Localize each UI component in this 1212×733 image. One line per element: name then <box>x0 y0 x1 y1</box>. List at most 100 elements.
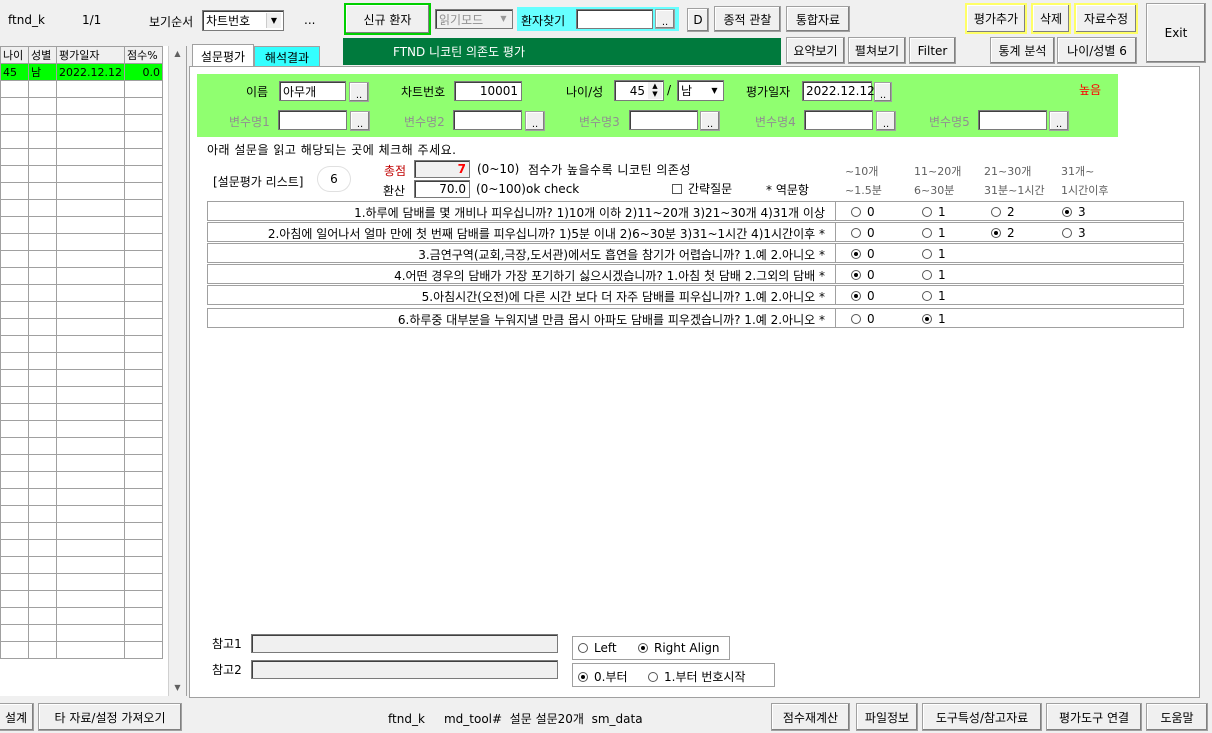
radio-icon[interactable] <box>578 643 588 653</box>
answer-radio[interactable]: 0 <box>851 268 875 282</box>
followup-button[interactable]: 종적 관찰 <box>714 6 781 32</box>
answer-radio[interactable]: 1 <box>922 268 946 282</box>
table-row-empty[interactable] <box>0 199 163 217</box>
import-button[interactable]: 타 자료/설정 가져오기 <box>38 703 182 731</box>
start-0-radio[interactable]: 0.부터 <box>578 668 628 685</box>
date-picker-button[interactable]: .. <box>874 82 892 102</box>
radio-selected-icon[interactable] <box>1062 207 1072 217</box>
table-row-empty[interactable] <box>0 420 163 438</box>
var3-button[interactable]: .. <box>700 111 720 131</box>
table-row-empty[interactable] <box>0 148 163 166</box>
table-row-empty[interactable] <box>0 369 163 387</box>
table-row-empty[interactable] <box>0 641 163 659</box>
summary-button[interactable]: 요약보기 <box>786 37 845 64</box>
more-dots[interactable]: ... <box>304 13 315 27</box>
table-row[interactable]: 45 남 2022.12.12 0.0 <box>0 63 163 81</box>
name-lookup-button[interactable]: .. <box>349 82 369 102</box>
sort-select[interactable]: 차트번호 ▼ <box>202 10 284 31</box>
ref1-input[interactable] <box>251 634 558 653</box>
radio-selected-icon[interactable] <box>922 314 932 324</box>
table-row-empty[interactable] <box>0 590 163 608</box>
table-row-empty[interactable] <box>0 114 163 132</box>
table-row-empty[interactable] <box>0 539 163 557</box>
var4-button[interactable]: .. <box>876 111 896 131</box>
scroll-up-icon[interactable]: ▲ <box>169 46 186 62</box>
align-left-radio[interactable]: Left <box>578 641 617 655</box>
exit-button[interactable]: Exit <box>1146 3 1206 63</box>
var1-button[interactable]: .. <box>350 111 370 131</box>
table-row-empty[interactable] <box>0 437 163 455</box>
table-row-empty[interactable] <box>0 267 163 285</box>
answer-radio[interactable]: 1 <box>922 289 946 303</box>
var2-button[interactable]: .. <box>525 111 545 131</box>
radio-selected-icon[interactable] <box>851 291 861 301</box>
spin-icon[interactable]: ▲ ▼ <box>648 82 662 99</box>
table-row-empty[interactable] <box>0 505 163 523</box>
new-patient-button[interactable]: 신규 환자 <box>344 3 431 35</box>
table-row-empty[interactable] <box>0 522 163 540</box>
table-row-empty[interactable] <box>0 318 163 336</box>
answer-radio[interactable]: 1 <box>922 205 946 219</box>
design-button[interactable]: 설계 <box>0 703 34 731</box>
table-row-empty[interactable] <box>0 556 163 574</box>
expand-button[interactable]: 펼쳐보기 <box>848 37 906 64</box>
find-patient-input[interactable] <box>576 9 653 29</box>
tab-interpretation[interactable]: 해석결과 <box>254 46 320 67</box>
answer-radio[interactable]: 0 <box>851 312 875 326</box>
radio-icon[interactable] <box>922 228 932 238</box>
table-row-empty[interactable] <box>0 131 163 149</box>
table-row-empty[interactable] <box>0 335 163 353</box>
answer-radio[interactable]: 0 <box>851 289 875 303</box>
table-row-empty[interactable] <box>0 165 163 183</box>
edit-data-button[interactable]: 자료수정 <box>1074 3 1138 34</box>
table-row-empty[interactable] <box>0 488 163 506</box>
var5-input[interactable] <box>978 110 1047 130</box>
answer-radio[interactable]: 1 <box>922 226 946 240</box>
align-right-radio[interactable]: Right Align <box>638 641 720 655</box>
start-1-radio[interactable]: 1.부터 번호시작 <box>648 668 746 685</box>
radio-icon[interactable] <box>991 207 1001 217</box>
link-tool-button[interactable]: 평가도구 연결 <box>1046 703 1142 731</box>
col-age[interactable]: 나이 <box>0 46 29 64</box>
read-mode-select[interactable]: 읽기모드 ▼ <box>435 9 513 29</box>
age-sex-button[interactable]: 나이/성별 6 <box>1057 37 1137 64</box>
radio-icon[interactable] <box>1062 228 1072 238</box>
filter-button[interactable]: Filter <box>909 37 956 64</box>
table-row-empty[interactable] <box>0 607 163 625</box>
radio-icon[interactable] <box>922 249 932 259</box>
table-row-empty[interactable] <box>0 250 163 268</box>
tab-survey[interactable]: 설문평가 <box>192 44 254 67</box>
col-score[interactable]: 점수% <box>124 46 163 64</box>
table-row-empty[interactable] <box>0 97 163 115</box>
answer-radio[interactable]: 1 <box>922 247 946 261</box>
date-input[interactable]: 2022.12.12 <box>802 81 875 101</box>
add-eval-button[interactable]: 평가추가 <box>965 3 1027 34</box>
find-patient-button[interactable]: .. <box>655 9 675 29</box>
stats-button[interactable]: 통계 분석 <box>990 37 1055 64</box>
record-grid[interactable]: 나이 성별 평가일자 점수% 45 남 2022.12.12 0.0 <box>0 46 187 696</box>
radio-icon[interactable] <box>922 291 932 301</box>
table-row-empty[interactable] <box>0 284 163 302</box>
table-row-empty[interactable] <box>0 182 163 200</box>
radio-selected-icon[interactable] <box>638 643 648 653</box>
help-button[interactable]: 도움말 <box>1146 703 1208 731</box>
answer-radio[interactable]: 0 <box>851 247 875 261</box>
table-row-empty[interactable] <box>0 454 163 472</box>
table-row-empty[interactable] <box>0 233 163 251</box>
radio-selected-icon[interactable] <box>578 671 588 682</box>
brief-question-checkbox[interactable]: 간략질문 <box>672 180 732 197</box>
col-sex[interactable]: 성별 <box>28 46 57 64</box>
var3-input[interactable] <box>629 110 698 130</box>
table-row-empty[interactable] <box>0 624 163 642</box>
radio-icon[interactable] <box>922 207 932 217</box>
answer-radio[interactable]: 0 <box>851 205 875 219</box>
col-date[interactable]: 평가일자 <box>56 46 125 64</box>
answer-radio[interactable]: 0 <box>851 226 875 240</box>
age-stepper[interactable]: 45 ▲ ▼ <box>614 80 664 101</box>
radio-icon[interactable] <box>851 207 861 217</box>
radio-icon[interactable] <box>851 314 861 324</box>
table-row-empty[interactable] <box>0 386 163 404</box>
table-row-empty[interactable] <box>0 471 163 489</box>
tool-info-button[interactable]: 도구특성/참고자료 <box>922 703 1042 731</box>
checkbox-icon[interactable] <box>672 183 682 194</box>
